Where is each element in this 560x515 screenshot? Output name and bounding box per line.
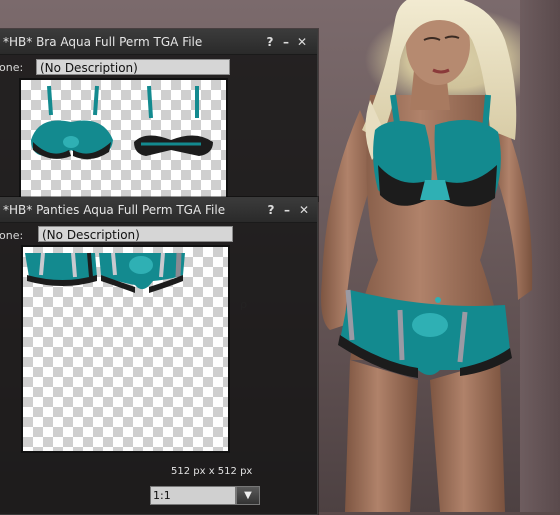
bra-texture-preview <box>19 78 228 200</box>
panties-window-titlebar[interactable]: *HB* Panties Aqua Full Perm TGA File ? –… <box>0 198 317 223</box>
description-label: one: <box>0 229 24 242</box>
close-icon[interactable]: ✕ <box>295 34 309 50</box>
minimize-icon[interactable]: – <box>280 202 294 218</box>
panties-texture-preview <box>21 245 230 453</box>
panties-texture-window: *HB* Panties Aqua Full Perm TGA File ? –… <box>0 197 318 515</box>
description-label: one: <box>0 61 24 74</box>
texture-dimensions: 512 px x 512 px <box>171 466 253 477</box>
close-icon[interactable]: ✕ <box>297 202 311 218</box>
description-field[interactable]: (No Description) <box>36 59 230 75</box>
help-icon[interactable]: ? <box>264 202 278 218</box>
description-field[interactable]: (No Description) <box>38 226 233 242</box>
zoom-ratio-select[interactable]: 1:1 <box>150 486 236 505</box>
dropdown-arrow-icon[interactable]: ▼ <box>236 486 260 505</box>
panties-window-title: *HB* Panties Aqua Full Perm TGA File <box>3 203 226 217</box>
avatar-figure[interactable] <box>300 0 560 512</box>
bra-texture-image <box>31 85 213 160</box>
bra-window-title: *HB* Bra Aqua Full Perm TGA File <box>3 35 203 49</box>
bra-texture-window: *HB* Bra Aqua Full Perm TGA File ? – ✕ o… <box>0 29 318 201</box>
bra-window-titlebar[interactable]: *HB* Bra Aqua Full Perm TGA File ? – ✕ <box>0 30 317 55</box>
panties-texture-image <box>25 252 185 293</box>
help-icon[interactable]: ? <box>263 34 277 50</box>
minimize-icon[interactable]: – <box>279 34 293 50</box>
